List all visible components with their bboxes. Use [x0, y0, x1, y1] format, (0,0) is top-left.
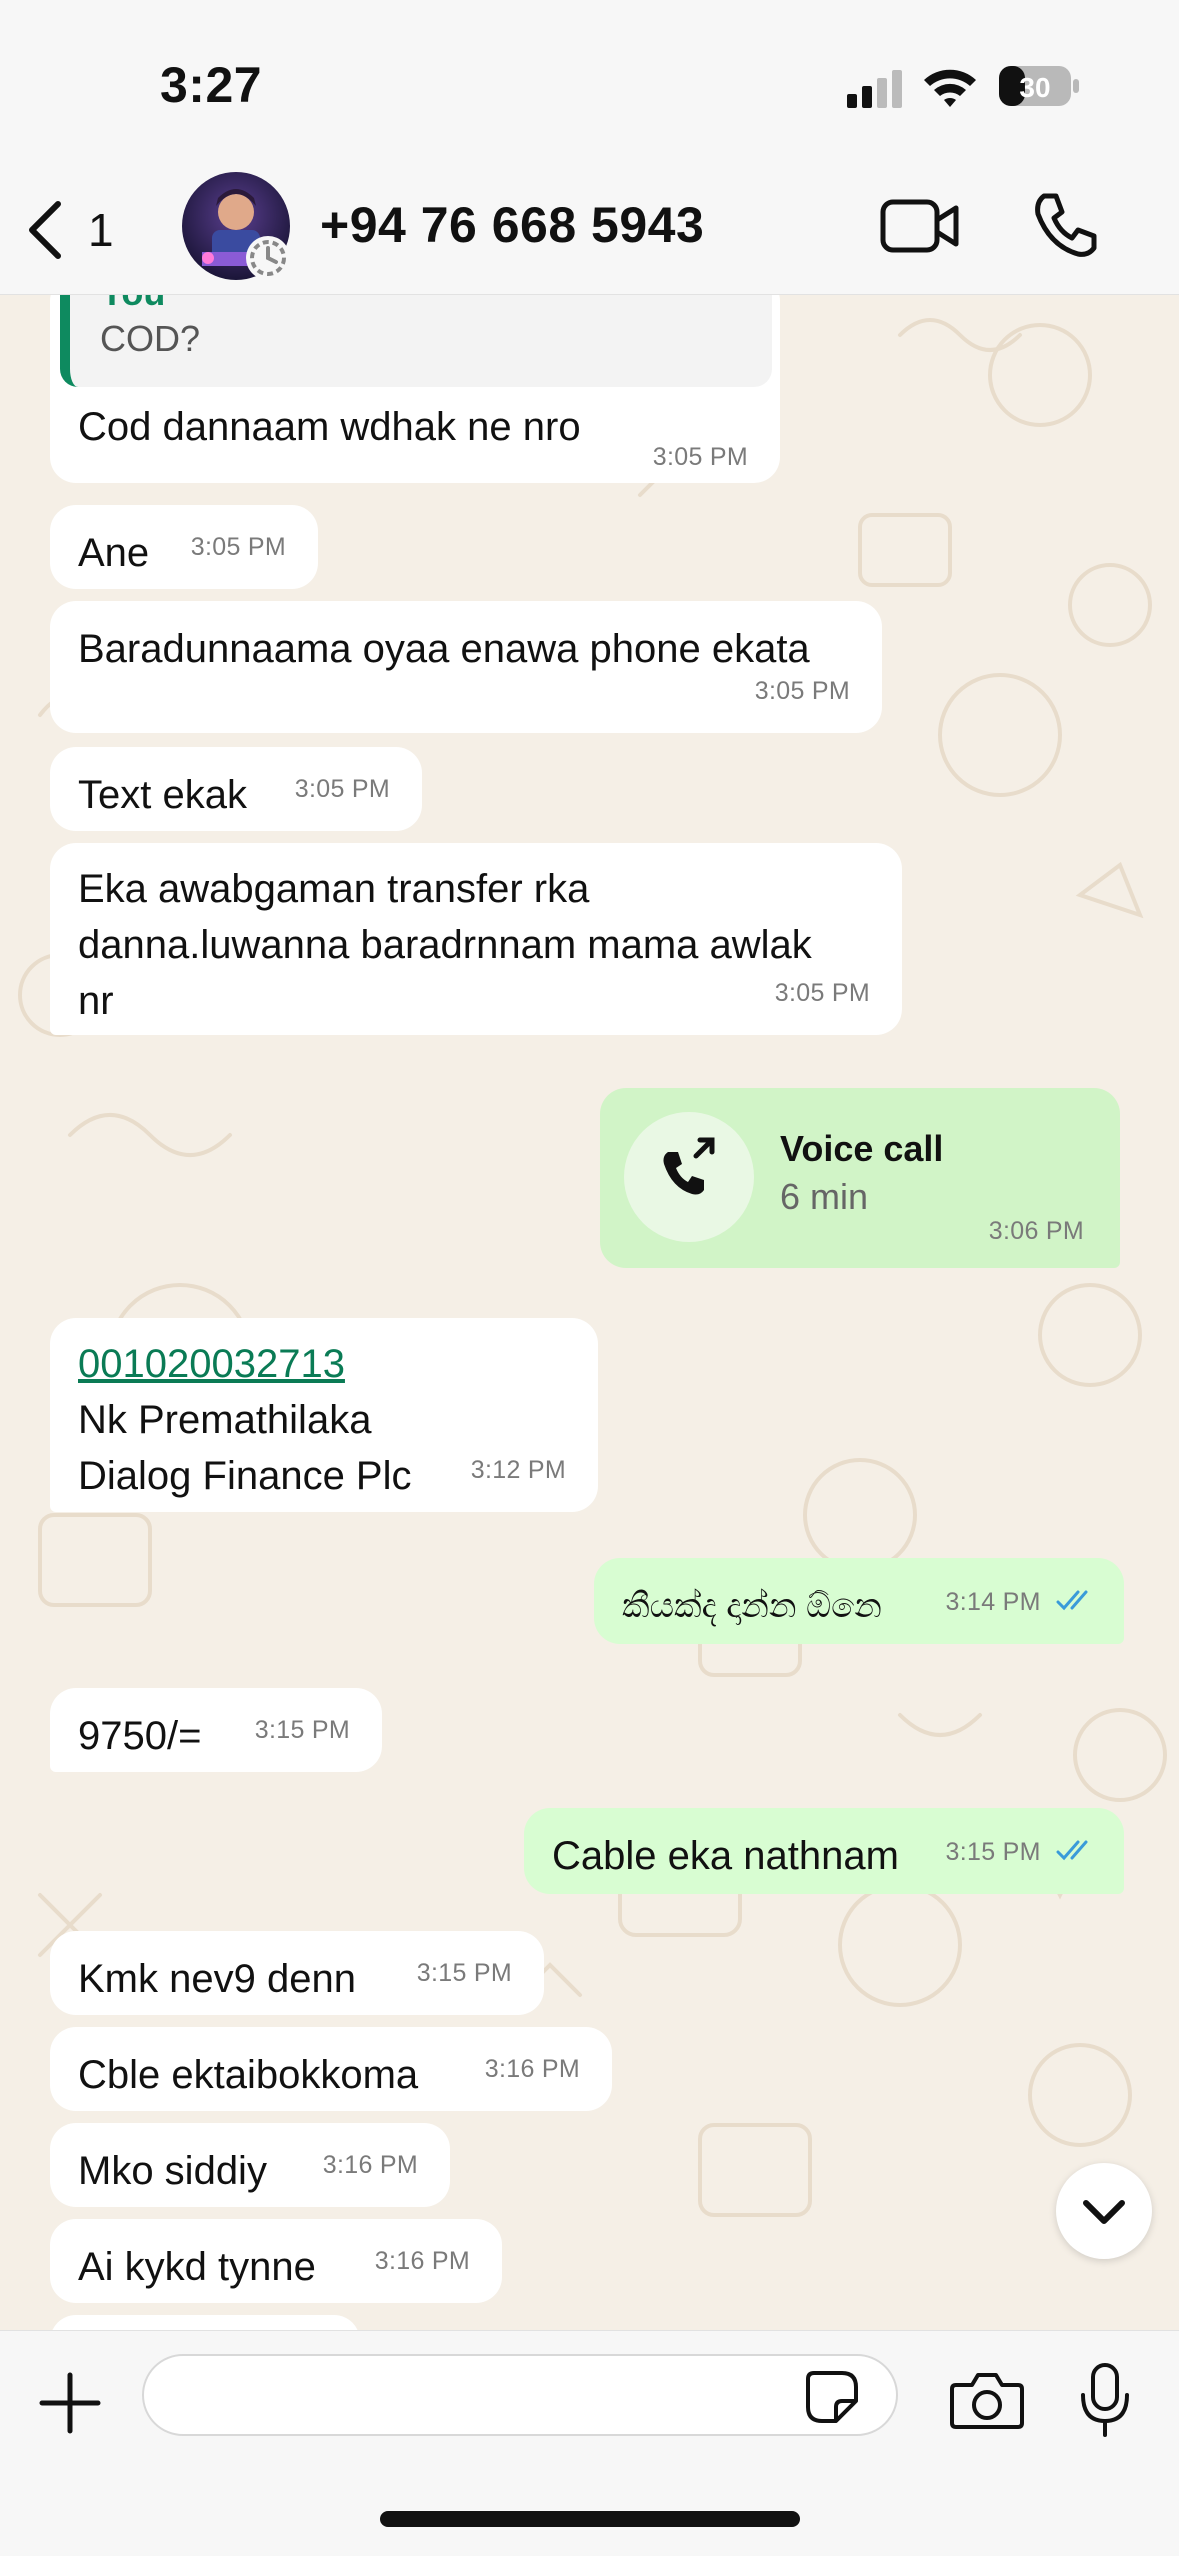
voice-call-bubble[interactable]: Voice call 6 min 3:06 PM	[600, 1088, 1120, 1268]
chevron-left-icon	[29, 201, 61, 259]
message-line: Nk Premathilaka	[78, 1398, 372, 1442]
message-bubble-incoming[interactable]: Mko siddiy 3:16 PM	[50, 2123, 450, 2207]
message-bubble-incoming[interactable]: Kmk nev9 denn 3:15 PM	[50, 1931, 544, 2015]
message-line: danna.luwanna baradrnnam mama awlak	[78, 923, 812, 967]
message-time: 3:05 PM	[652, 443, 748, 471]
message-line: Eka awabgaman transfer rka	[78, 867, 590, 911]
quoted-message[interactable]: You COD?	[60, 295, 772, 387]
message-time: 3:14 PM	[945, 1588, 1041, 1616]
status-bar: 3:27 30	[0, 0, 1179, 170]
battery-level: 30	[1019, 72, 1050, 103]
message-text: 9750/=	[78, 1714, 202, 1758]
back-button[interactable]: 1	[20, 190, 114, 270]
scroll-to-bottom-button[interactable]	[1056, 2163, 1152, 2259]
message-text: Text ekak	[78, 773, 247, 817]
chat-area[interactable]: You COD? Cod dannaam wdhak ne nro 3:05 P…	[0, 295, 1179, 2330]
message-time: 3:15 PM	[416, 1959, 512, 1987]
microphone-icon[interactable]	[1076, 2361, 1134, 2439]
message-bubble-outgoing[interactable]: කීයක්ද දාන්න ඕනෙ 3:14 PM	[594, 1558, 1124, 1644]
home-indicator	[380, 2511, 800, 2527]
message-bubble-incoming[interactable]: Cble ektaibokkoma 3:16 PM	[50, 2027, 612, 2111]
message-bubble-incoming[interactable]: You COD? Cod dannaam wdhak ne nro 3:05 P…	[50, 295, 780, 483]
message-time: 3:15 PM	[254, 1716, 350, 1744]
video-camera-icon[interactable]	[880, 196, 960, 256]
chat-header: 1 +94 76 668 5943	[0, 170, 1179, 295]
message-bubble-incoming[interactable]	[50, 2315, 360, 2330]
message-text: Ai kykd tynne	[78, 2245, 316, 2289]
message-bubble-incoming[interactable]: 9750/= 3:15 PM	[50, 1688, 382, 1772]
sticker-icon[interactable]	[802, 2367, 862, 2427]
message-text: කීයක්ද දාන්න ඕනෙ	[622, 1587, 882, 1625]
account-number-link[interactable]: 001020032713	[78, 1336, 570, 1392]
message-time: 3:16 PM	[484, 2055, 580, 2083]
double-check-icon	[1056, 1840, 1088, 1861]
battery-icon: 30	[999, 66, 1079, 106]
message-time: 3:05 PM	[294, 775, 390, 803]
message-time: 3:16 PM	[374, 2247, 470, 2275]
wifi-icon	[924, 69, 976, 107]
call-duration: 6 min	[780, 1176, 869, 1217]
message-time: 3:05 PM	[774, 979, 870, 1007]
message-bubble-incoming[interactable]: Ai kykd tynne 3:16 PM	[50, 2219, 502, 2303]
message-time: 3:05 PM	[754, 677, 850, 705]
message-time: 3:15 PM	[945, 1838, 1041, 1866]
cellular-signal-icon	[847, 70, 902, 108]
outgoing-call-icon	[663, 1137, 715, 1195]
message-bubble-incoming[interactable]: Ane 3:05 PM	[50, 505, 318, 589]
double-check-icon	[1056, 1590, 1088, 1611]
phone-icon[interactable]	[1030, 190, 1100, 260]
message-text: Mko siddiy	[78, 2149, 267, 2193]
message-input[interactable]	[142, 2354, 898, 2436]
message-line: nr	[78, 979, 114, 1023]
call-icon-circle	[624, 1112, 754, 1242]
contact-name[interactable]: +94 76 668 5943	[320, 196, 704, 254]
message-bubble-incoming[interactable]: 001020032713 Nk Premathilaka Dialog Fina…	[50, 1318, 598, 1512]
message-text: Cod dannaam wdhak ne nro	[78, 405, 581, 449]
status-time: 3:27	[160, 57, 263, 113]
plus-icon[interactable]	[38, 2371, 102, 2435]
composer-bar	[0, 2330, 1179, 2556]
message-time: 3:05 PM	[190, 533, 286, 561]
message-text: Ane	[78, 531, 150, 575]
message-bubble-outgoing[interactable]: Cable eka nathnam 3:15 PM	[524, 1808, 1124, 1894]
message-time: 3:06 PM	[988, 1217, 1084, 1245]
status-ring-icon	[246, 236, 290, 280]
unread-count: 1	[88, 204, 114, 256]
message-text: Baradunnaama oyaa enawa phone ekata	[78, 627, 810, 671]
quote-text: COD?	[100, 318, 201, 359]
message-time: 3:12 PM	[470, 1456, 566, 1484]
message-text: Kmk nev9 denn	[78, 1957, 356, 2001]
camera-icon[interactable]	[950, 2369, 1024, 2431]
message-text: Cble ektaibokkoma	[78, 2053, 419, 2097]
message-bubble-incoming[interactable]: Text ekak 3:05 PM	[50, 747, 422, 831]
message-text: Cable eka nathnam	[552, 1834, 899, 1878]
message-bubble-incoming[interactable]: Baradunnaama oyaa enawa phone ekata 3:05…	[50, 601, 882, 733]
message-time: 3:16 PM	[322, 2151, 418, 2179]
call-title: Voice call	[780, 1128, 944, 1169]
chevron-down-icon	[1083, 2200, 1125, 2224]
message-bubble-incoming[interactable]: Eka awabgaman transfer rka danna.luwanna…	[50, 843, 902, 1035]
